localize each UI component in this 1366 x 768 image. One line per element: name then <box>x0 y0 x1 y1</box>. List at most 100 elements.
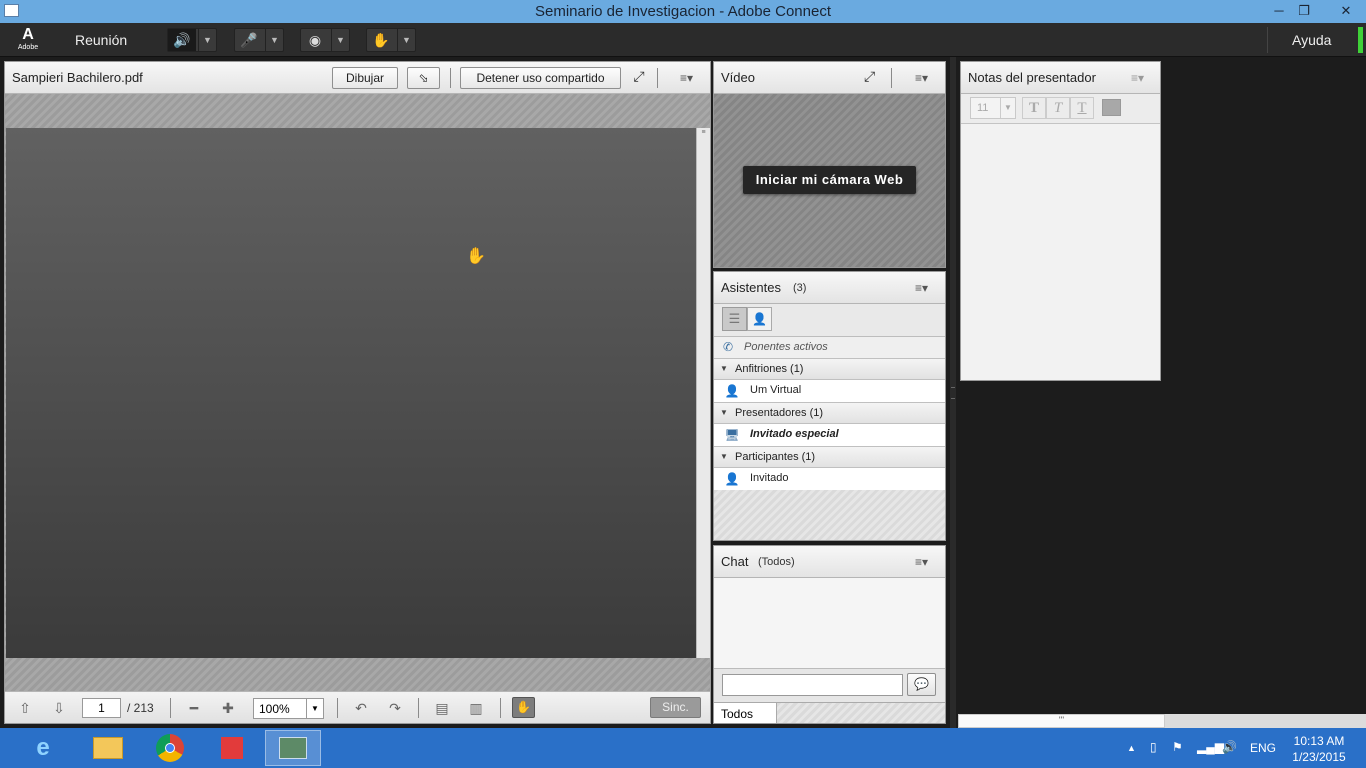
microphone-icon[interactable]: 🎤 <box>235 29 263 51</box>
sync-button[interactable]: Sinc. <box>650 697 701 718</box>
restore-button[interactable]: ❐ <box>1291 0 1317 22</box>
underline-icon[interactable]: T <box>1070 97 1094 119</box>
font-size-select[interactable]: 11 ▼ <box>970 97 1016 119</box>
tab-chat-all[interactable]: Todos <box>714 703 777 723</box>
role-view-icon[interactable]: 👤 <box>747 307 772 331</box>
show-hidden-icons-icon[interactable]: ▲ <box>1127 743 1136 753</box>
webcam-dropdown-icon[interactable]: ▼ <box>331 29 349 51</box>
file-explorer-icon[interactable] <box>80 730 136 766</box>
vertical-scrollbar[interactable]: ≡ <box>696 128 710 658</box>
fullscreen-icon[interactable]: ⤢ <box>864 68 875 85</box>
attendee-group-presenters[interactable]: ▼ Presentadores (1) <box>714 402 945 424</box>
status-dropdown-icon[interactable]: ▼ <box>397 29 415 51</box>
microphone-dropdown-icon[interactable]: ▼ <box>265 29 283 51</box>
language-indicator[interactable]: ENG <box>1250 741 1276 755</box>
presenter-icon: 🖥 <box>724 428 740 442</box>
chat-pod-header: Chat (Todos) ≡▾ <box>714 546 945 578</box>
internet-explorer-icon[interactable]: e <box>15 730 71 766</box>
column-resize-handle[interactable] <box>950 57 956 728</box>
clock-date: 1/23/2015 <box>1292 750 1346 764</box>
bold-icon[interactable]: T <box>1022 97 1046 119</box>
italic-icon[interactable]: T <box>1046 97 1070 119</box>
microphone-control[interactable]: 🎤 ▼ <box>234 28 284 52</box>
attendee-group-label: Anfitriones (1) <box>735 363 804 375</box>
layout-bar-grip[interactable]: ''' <box>958 714 1165 728</box>
zoom-value: 100% <box>259 702 290 716</box>
speaker-control[interactable]: 🔊 ▼ <box>167 28 217 52</box>
page-number-input[interactable] <box>82 698 121 718</box>
webcam-control[interactable]: ◉ ▼ <box>300 28 350 52</box>
pod-options-icon[interactable]: ≡▾ <box>1131 71 1144 85</box>
start-webcam-button[interactable]: Iniciar mi cámara Web <box>743 166 916 194</box>
zoom-select[interactable]: 100% ▼ <box>253 698 324 719</box>
pointer-button[interactable]: ⬂ <box>407 67 440 89</box>
attendee-row[interactable]: 👤 Invitado <box>714 468 945 490</box>
previous-page-icon[interactable]: ⇧ <box>15 699 35 717</box>
resize-grip-icon[interactable] <box>951 387 955 399</box>
status-control[interactable]: ✋ ▼ <box>366 28 416 52</box>
help-menu[interactable]: Ayuda <box>1292 32 1331 48</box>
network-signal-icon[interactable]: ▂▄▆ <box>1197 740 1224 754</box>
apps-grid-icon[interactable] <box>204 730 260 766</box>
pod-options-icon[interactable]: ≡▾ <box>680 71 693 85</box>
collapse-arrow-icon[interactable]: ▼ <box>720 408 728 417</box>
zoom-out-icon[interactable]: ━ <box>184 699 204 717</box>
send-message-icon[interactable]: 💬 <box>907 673 936 696</box>
participant-icon: 👤 <box>724 472 740 486</box>
rotate-right-icon[interactable]: ↷ <box>385 699 405 717</box>
speaker-icon[interactable]: 🔊 <box>168 29 196 51</box>
attendee-count: (3) <box>793 282 807 294</box>
device-icon[interactable]: ▯ <box>1150 740 1157 754</box>
collapse-arrow-icon[interactable]: ▼ <box>720 364 728 373</box>
font-size-dropdown-icon[interactable]: ▼ <box>1000 98 1015 118</box>
active-speakers-row: ✆ Ponentes activos <box>714 337 945 358</box>
notes-editor[interactable] <box>961 125 1160 380</box>
fit-page-icon[interactable]: ▤ <box>432 699 452 717</box>
window-title: Seminario de Investigacion - Adobe Conne… <box>534 3 831 20</box>
attendee-group-label: Participantes (1) <box>735 451 816 463</box>
action-center-icon[interactable]: ⚑ <box>1172 740 1183 754</box>
next-page-icon[interactable]: ⇩ <box>49 699 69 717</box>
fit-width-icon[interactable]: ▥ <box>466 699 486 717</box>
notes-format-toolbar: 11 ▼ T T T <box>961 94 1160 124</box>
attendee-group-hosts[interactable]: ▼ Anfitriones (1) <box>714 358 945 380</box>
rotate-left-icon[interactable]: ↶ <box>351 699 371 717</box>
zoom-dropdown-icon[interactable]: ▼ <box>306 699 323 718</box>
meeting-menu[interactable]: Reunión <box>75 32 127 48</box>
scroll-grip-icon[interactable]: ≡ <box>699 129 708 136</box>
document-toolbar: ⇧ ⇩ / 213 ━ ✚ 100% ▼ ↶ ↷ ▤ ▥ ✋ Sinc. <box>5 691 710 723</box>
hand-tool-icon[interactable]: ✋ <box>512 697 535 718</box>
share-pod: Sampieri Bachilero.pdf Dibujar ⬂ Detener… <box>4 61 711 724</box>
pointer-icon: ⬂ <box>418 71 429 85</box>
clock[interactable]: 10:13 AM 1/23/2015 <box>1284 733 1354 765</box>
attendee-row[interactable]: 🖥 Invitado especial <box>714 424 945 446</box>
attendee-row[interactable]: 👤 Um Virtual <box>714 380 945 402</box>
chat-pod-title: Chat <box>721 554 749 569</box>
chat-input[interactable] <box>722 674 903 696</box>
layout-bar: ''' <box>958 714 1366 728</box>
volume-icon[interactable]: 🔊 <box>1222 740 1237 754</box>
close-button[interactable]: ✕ <box>1326 0 1366 22</box>
webcam-icon[interactable]: ◉ <box>301 29 329 51</box>
list-view-icon[interactable]: ☰ <box>722 307 747 331</box>
zoom-in-icon[interactable]: ✚ <box>218 699 238 717</box>
speaker-dropdown-icon[interactable]: ▼ <box>198 29 216 51</box>
pod-options-icon[interactable]: ≡▾ <box>915 281 928 295</box>
pod-options-icon[interactable]: ≡▾ <box>915 71 928 85</box>
draw-button[interactable]: Dibujar <box>332 67 398 89</box>
pod-options-icon[interactable]: ≡▾ <box>915 555 928 569</box>
raise-hand-icon[interactable]: ✋ <box>367 29 395 51</box>
collapse-arrow-icon[interactable]: ▼ <box>720 452 728 461</box>
chrome-icon[interactable] <box>142 730 198 766</box>
active-speakers-label: Ponentes activos <box>744 341 828 353</box>
layout-bar-track <box>1165 714 1366 728</box>
stop-sharing-button[interactable]: Detener uso compartido <box>460 67 621 89</box>
attendee-name: Um Virtual <box>750 384 802 396</box>
fullscreen-icon[interactable]: ⤢ <box>629 68 649 88</box>
minimize-button[interactable]: ─ <box>1266 0 1292 22</box>
attendee-group-participants[interactable]: ▼ Participantes (1) <box>714 446 945 468</box>
adobe-connect-taskbar-icon[interactable] <box>265 730 321 766</box>
document-page[interactable]: ✋ <box>6 128 696 658</box>
text-color-icon[interactable] <box>1102 99 1121 116</box>
presenter-notes-pod: Notas del presentador ≡▾ 11 ▼ T T T <box>960 61 1161 381</box>
